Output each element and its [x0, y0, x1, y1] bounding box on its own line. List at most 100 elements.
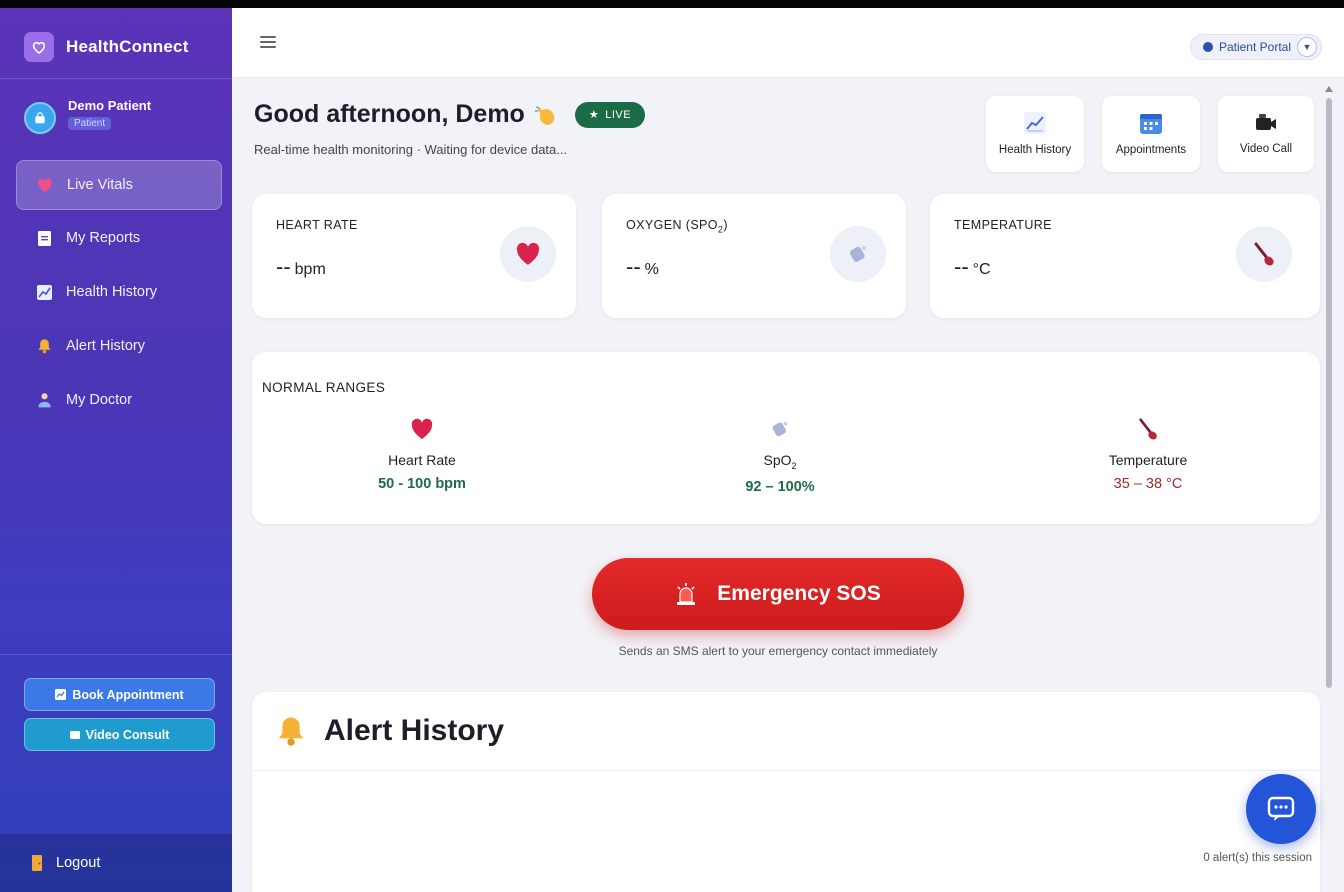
emergency-sos-button[interactable]: Emergency SOS [592, 558, 964, 630]
sidebar-item-health-history[interactable]: Health History [16, 268, 222, 316]
alert-history-panel: Alert History 0 alert(s) this session [252, 692, 1320, 892]
patient-portal-dropdown[interactable]: Patient Portal ▼ [1189, 34, 1322, 60]
card-label: TEMPERATURE [954, 218, 1052, 232]
live-badge: ★ LIVE [574, 101, 646, 128]
chart-icon [36, 284, 52, 300]
brand[interactable]: HealthConnect [24, 32, 189, 62]
value-text: -- [954, 254, 969, 279]
calendar-icon [55, 689, 67, 700]
sidebar-item-live-vitals[interactable]: Live Vitals [16, 160, 222, 210]
bell-icon [278, 717, 304, 746]
video-consult-button[interactable]: Video Consult [24, 718, 215, 751]
chat-icon [1267, 796, 1295, 821]
heart-rate-card: HEART RATE -- bpm [252, 194, 576, 318]
temperature-value: -- °C [954, 254, 991, 280]
range-heart-rate: Heart Rate 50 - 100 bpm [322, 416, 522, 492]
hamburger-menu-icon[interactable] [260, 36, 276, 48]
alerts-divider [252, 770, 1320, 771]
heart-icon [37, 177, 53, 193]
portal-label: Patient Portal [1218, 40, 1291, 54]
thermometer-icon [1048, 416, 1248, 442]
sidebar-item-label: My Reports [66, 230, 141, 246]
shield-icon [1202, 42, 1213, 52]
doctor-icon [36, 392, 52, 408]
sos-note: Sends an SMS alert to your emergency con… [618, 644, 938, 658]
brand-name: HealthConnect [66, 37, 189, 56]
live-label: LIVE [605, 108, 632, 121]
range-value: 92 – 100% [745, 478, 815, 495]
range-value: 50 - 100 bpm [378, 476, 466, 492]
sidebar: HealthConnect Demo Patient Patient Live … [0, 8, 232, 892]
sos-label: Emergency SOS [717, 582, 881, 605]
quick-action-appointments[interactable]: Appointments [1102, 96, 1200, 172]
logout-label: Logout [56, 855, 101, 871]
quick-action-label: Health History [998, 144, 1072, 156]
oxygen-card: OXYGEN (SPO2) --% [602, 194, 906, 318]
unit-text: °C [972, 261, 991, 278]
window-top-edge [0, 0, 1344, 8]
video-consult-label: Video Consult [85, 727, 170, 742]
card-label: HEART RATE [276, 218, 358, 232]
video-camera-icon [1256, 114, 1276, 130]
sidebar-item-alert-history[interactable]: Alert History [16, 322, 222, 370]
sidebar-divider [0, 654, 232, 655]
sidebar-item-my-doctor[interactable]: My Doctor [16, 376, 222, 424]
quick-action-health-history[interactable]: Health History [986, 96, 1084, 172]
sidebar-item-label: My Doctor [66, 392, 133, 408]
greeting-text: Good afternoon, Demo [254, 100, 525, 128]
sidebar-item-my-reports[interactable]: My Reports [16, 214, 222, 262]
video-icon [69, 730, 80, 739]
avatar [24, 102, 56, 134]
range-temperature: Temperature 35 – 38 °C [1048, 416, 1248, 492]
range-spo2: SpO2 92 – 100% [680, 416, 880, 495]
range-name: Heart Rate [388, 452, 456, 468]
page-subtitle: Real-time health monitoring · Waiting fo… [254, 142, 568, 157]
heart-icon [500, 226, 556, 282]
waving-hand-icon [533, 102, 559, 128]
user-name: Demo Patient [68, 98, 152, 113]
book-appointment-button[interactable]: Book Appointment [24, 678, 215, 711]
range-name: SpO2 [763, 452, 797, 471]
scroll-up-arrow[interactable] [1325, 86, 1333, 92]
unit-text: bpm [294, 261, 326, 278]
logout-button[interactable]: Logout [0, 834, 232, 892]
heart-logo-icon [24, 32, 54, 62]
bell-icon [36, 338, 52, 354]
oxygen-icon [680, 416, 880, 442]
sidebar-divider [0, 78, 232, 79]
alert-history-title: Alert History [324, 714, 505, 747]
heart-icon [322, 416, 522, 442]
value-text: -- [626, 254, 641, 279]
book-appointment-label: Book Appointment [72, 687, 184, 702]
quick-action-video-call[interactable]: Video Call [1218, 96, 1314, 172]
greeting-heading: Good afternoon, Demo ★ LIVE [254, 100, 646, 129]
top-bar: Patient Portal ▼ [232, 8, 1344, 78]
sidebar-item-label: Alert History [66, 338, 145, 354]
thermometer-icon [1236, 226, 1292, 282]
heart-rate-value: -- bpm [276, 254, 326, 280]
normal-ranges-panel: NORMAL RANGES Heart Rate 50 - 100 bpm Sp… [252, 352, 1320, 524]
chart-icon [1024, 112, 1046, 134]
card-label: OXYGEN (SPO2) [626, 218, 728, 235]
oxygen-value: --% [626, 254, 659, 280]
scrollbar[interactable] [1326, 98, 1332, 688]
sidebar-item-label: Health History [66, 284, 158, 300]
quick-action-label: Video Call [1239, 143, 1293, 155]
range-value: 35 – 38 °C [1113, 476, 1183, 492]
door-icon [32, 855, 42, 871]
oxygen-icon [830, 226, 886, 282]
sidebar-nav: Live Vitals My Reports Health History Al… [16, 160, 222, 430]
calendar-icon [1140, 114, 1162, 134]
temperature-card: TEMPERATURE -- °C [930, 194, 1320, 318]
alert-history-heading: Alert History [276, 714, 504, 748]
main-content: Patient Portal ▼ Good afternoon, Demo ★ … [232, 8, 1344, 892]
sidebar-item-label: Live Vitals [67, 177, 133, 193]
chevron-down-icon: ▼ [1297, 37, 1317, 57]
alert-count: 0 alert(s) this session [1203, 852, 1312, 864]
range-name: Temperature [1108, 452, 1188, 468]
ranges-title: NORMAL RANGES [262, 380, 386, 395]
user-role-badge: Patient [68, 117, 112, 130]
chat-button[interactable] [1246, 774, 1316, 844]
value-text: -- [276, 254, 291, 279]
siren-icon [677, 583, 696, 605]
